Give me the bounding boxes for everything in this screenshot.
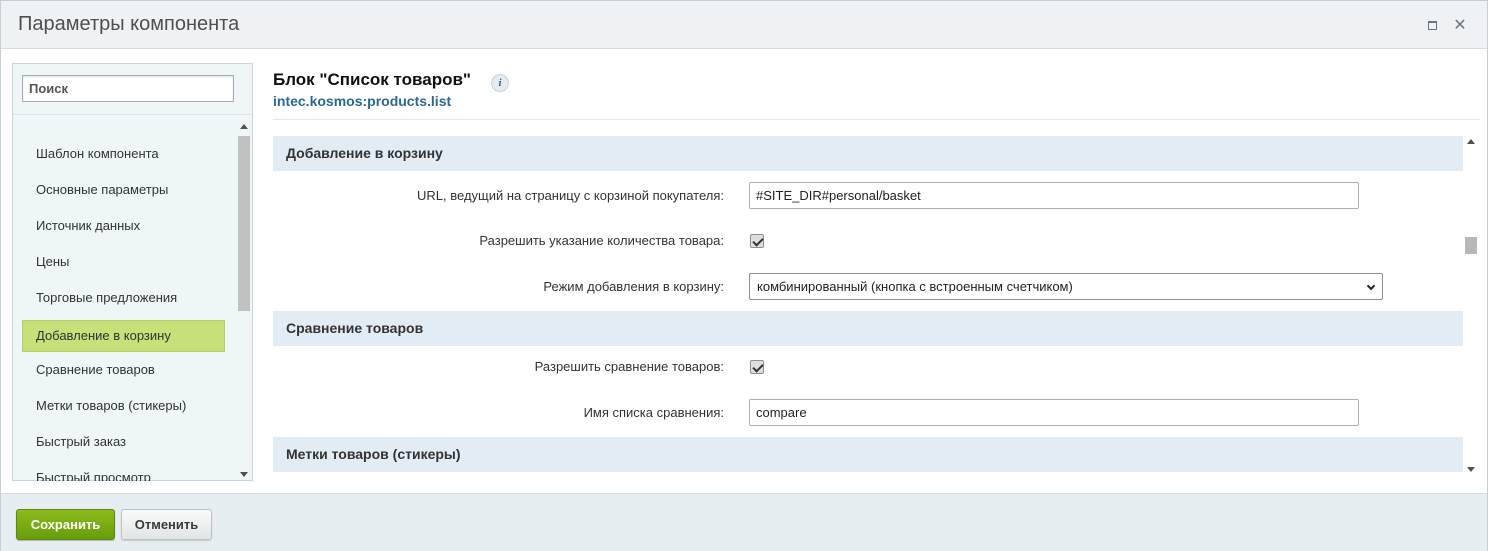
maximize-icon bbox=[1427, 20, 1437, 30]
sidebar-item-compare[interactable]: Сравнение товаров bbox=[22, 354, 225, 386]
sidebar-item-template[interactable]: Шаблон компонента bbox=[22, 138, 225, 170]
sidebar-item-basic-params[interactable]: Основные параметры bbox=[22, 174, 225, 206]
compare-name-label: Имя списка сравнения: bbox=[583, 405, 724, 420]
section-header-compare: Сравнение товаров bbox=[273, 311, 1463, 346]
dialog-footer: Сохранить Отменить bbox=[1, 493, 1487, 551]
scroll-up-icon[interactable] bbox=[240, 124, 248, 129]
sidebar-item-stickers[interactable]: Метки товаров (стикеры) bbox=[22, 390, 225, 422]
sidebar-item-prices[interactable]: Цены bbox=[22, 246, 225, 278]
allow-quantity-label: Разрешить указание количества товара: bbox=[479, 233, 724, 248]
scroll-down-icon[interactable] bbox=[240, 472, 248, 477]
sidebar: Шаблон компонента Основные параметры Ист… bbox=[12, 63, 253, 481]
close-icon: ✕ bbox=[1453, 17, 1467, 34]
sidebar-item-quick-order[interactable]: Быстрый заказ bbox=[22, 426, 225, 458]
scrollbar-thumb[interactable] bbox=[1465, 237, 1477, 254]
cancel-button[interactable]: Отменить bbox=[121, 509, 212, 540]
sidebar-item-quick-view[interactable]: Быстрый просмотр bbox=[22, 462, 225, 481]
scroll-down-icon[interactable] bbox=[1467, 467, 1475, 472]
scrollbar-thumb[interactable] bbox=[238, 136, 250, 311]
sidebar-scrollbar[interactable] bbox=[236, 121, 252, 481]
sidebar-item-offers[interactable]: Торговые предложения bbox=[22, 282, 225, 314]
chevron-down-icon bbox=[1366, 281, 1376, 291]
sidebar-divider bbox=[13, 114, 252, 115]
maximize-button[interactable] bbox=[1422, 15, 1442, 35]
content-scrollbar[interactable] bbox=[1463, 136, 1479, 476]
section-header-add-to-basket: Добавление в корзину bbox=[273, 136, 1463, 171]
allow-quantity-checkbox[interactable] bbox=[750, 234, 764, 248]
component-id: intec.kosmos:products.list bbox=[273, 93, 452, 109]
basket-mode-value: комбинированный (кнопка с встроенным сче… bbox=[757, 279, 1073, 294]
sidebar-nav: Шаблон компонента Основные параметры Ист… bbox=[13, 121, 236, 481]
component-heading: Блок "Список товаров" bbox=[273, 70, 471, 89]
params-content: Добавление в корзину URL, ведущий на стр… bbox=[273, 136, 1463, 476]
close-button[interactable]: ✕ bbox=[1450, 15, 1470, 35]
basket-url-label: URL, ведущий на страницу с корзиной поку… bbox=[417, 188, 724, 203]
heading-divider bbox=[273, 119, 1480, 120]
section-header-stickers: Метки товаров (стикеры) bbox=[273, 437, 1463, 472]
allow-compare-label: Разрешить сравнение товаров: bbox=[534, 359, 724, 374]
basket-mode-label: Режим добавления в корзину: bbox=[543, 279, 724, 294]
info-icon[interactable]: i bbox=[491, 74, 509, 92]
allow-compare-checkbox[interactable] bbox=[750, 360, 764, 374]
sidebar-item-data-source[interactable]: Источник данных bbox=[22, 210, 225, 242]
basket-mode-select[interactable]: комбинированный (кнопка с встроенным сче… bbox=[749, 273, 1383, 300]
scroll-up-icon[interactable] bbox=[1467, 139, 1475, 144]
component-params-dialog: Параметры компонента ✕ Шаблон компонента… bbox=[0, 0, 1488, 551]
save-button[interactable]: Сохранить bbox=[16, 509, 115, 540]
dialog-titlebar: Параметры компонента ✕ bbox=[1, 1, 1487, 49]
search-input[interactable] bbox=[22, 75, 234, 102]
sidebar-item-add-to-basket[interactable]: Добавление в корзину bbox=[22, 320, 225, 352]
compare-name-input[interactable] bbox=[749, 399, 1359, 426]
dialog-title: Параметры компонента bbox=[18, 13, 240, 35]
basket-url-input[interactable] bbox=[749, 182, 1359, 209]
